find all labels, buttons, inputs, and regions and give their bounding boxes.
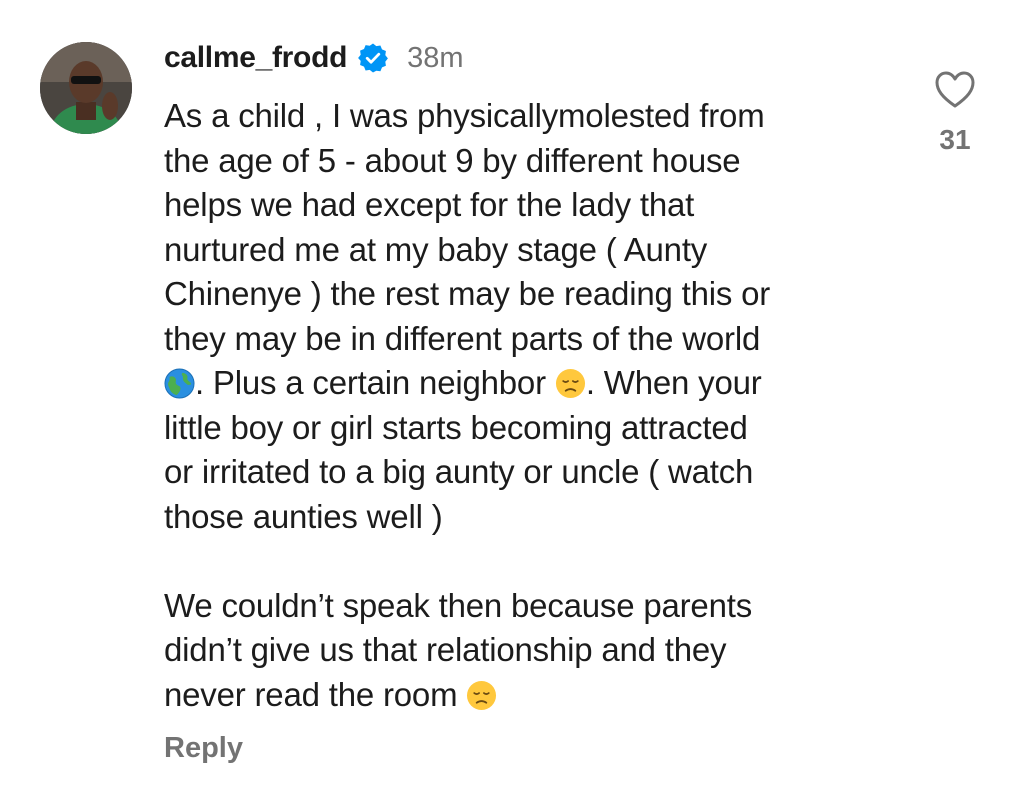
comment-text-segment: . Plus a certain neighbor [195,364,555,401]
comment-line: . Plus a certain neighbor . When your [164,361,904,406]
comment-line: nurtured me at my baby stage ( Aunty [164,230,708,268]
heart-icon[interactable] [934,70,976,110]
comment-timestamp: 38m [407,41,464,74]
comment-line: little boy or girl starts becoming attra… [164,408,748,446]
comment-line: didn’t give us that relationship and the… [164,631,727,668]
disappointed-face-emoji-icon [555,366,586,399]
comment-header: callme_frodd 38m [164,36,464,80]
comment-line: the age of 5 - about 9 by different hous… [164,141,741,179]
globe-emoji-icon [164,366,195,399]
like-count: 31 [939,124,971,155]
comment-line: Chinenye ) the rest may be reading this … [164,275,771,312]
comment-line: never read the room [164,673,904,718]
comment-text-segment: . When your [585,364,762,401]
comment-text: As a child , I was physicallymolested fr… [164,94,904,717]
reply-button[interactable]: Reply [164,732,243,765]
comment-line: As a child , I was physicallymolested fr… [164,97,765,134]
username-link[interactable]: callme_frodd [164,41,347,75]
avatar-image [40,42,132,134]
comment-line: those aunties well ) [164,497,443,535]
comment-item: callme_frodd 38m As a child , I was phys… [0,0,1024,800]
comment-line: helps we had except for the lady that [164,186,695,223]
verified-badge-icon [357,42,389,74]
comment-text-segment: never read the room [164,675,467,713]
like-section: 31 [930,70,980,156]
paragraph-break [164,539,904,584]
comment-line: they may be in different parts of the wo… [164,319,761,357]
comment-line: or irritated to a big aunty or uncle ( w… [164,453,754,490]
user-avatar[interactable] [40,42,132,134]
comment-line: We couldn’t speak then because parents [164,586,753,624]
disappointed-face-emoji-icon [466,678,497,710]
